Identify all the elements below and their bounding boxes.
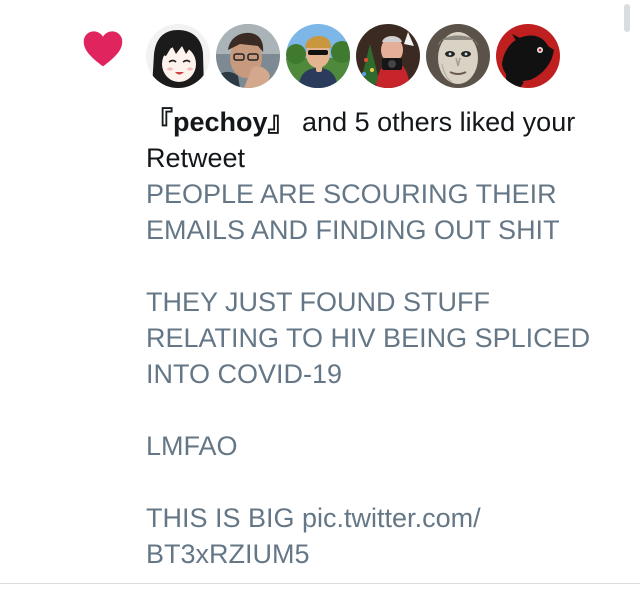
summary-text-retweet: Retweet	[146, 143, 246, 173]
heart-icon	[83, 31, 123, 67]
tweet-line: INTO COVID-19	[146, 359, 343, 389]
tweet-line: THEY JUST FOUND STUFF	[146, 287, 491, 317]
notification-divider	[0, 583, 640, 584]
tweet-line: THIS IS BIG pic.twitter.com/	[146, 503, 481, 533]
tweet-line: BT3xRZIUM5	[146, 539, 310, 569]
pale-face-avatar[interactable]	[426, 24, 490, 88]
tweet-line: RELATING TO HIV BEING SPLICED	[146, 323, 591, 353]
like-notification[interactable]: 『pechoy』 and 5 others liked your Retweet…	[0, 0, 640, 583]
man-glasses-avatar[interactable]	[216, 24, 280, 88]
tweet-line: PEOPLE ARE SCOURING THEIR	[146, 179, 557, 209]
tweet-line: EMAILS AND FINDING OUT SHIT	[146, 215, 560, 245]
tweet-text[interactable]: PEOPLE ARE SCOURING THEIR EMAILS AND FIN…	[146, 176, 616, 572]
summary-text: and 5 others liked your	[294, 107, 576, 137]
anime-girl-avatar[interactable]	[146, 24, 210, 88]
holiday-man-avatar[interactable]	[356, 24, 420, 88]
tweet-line: LMFAO	[146, 431, 238, 461]
red-black-animal-avatar[interactable]	[496, 24, 560, 88]
actor-name[interactable]: 『pechoy』	[146, 107, 295, 137]
man-sunglasses-avatar[interactable]	[286, 24, 350, 88]
notification-summary: 『pechoy』 and 5 others liked your Retweet	[146, 104, 616, 176]
